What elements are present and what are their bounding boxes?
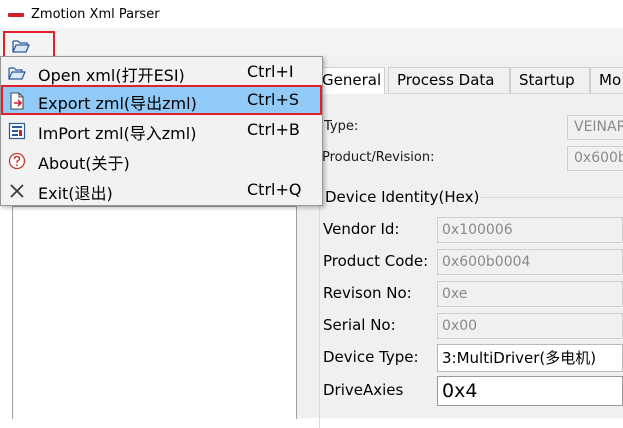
device-type-select[interactable]: 3:MultiDriver(多电机) bbox=[437, 344, 623, 372]
product-code-field: 0x600b0004 bbox=[437, 249, 623, 275]
menu-item-export-zml[interactable]: Export zml(导出zml) Ctrl+S bbox=[1, 85, 322, 115]
drive-axies-label: DriveAxies bbox=[323, 381, 404, 399]
menu-item-label: Open xml(打开ESI) bbox=[38, 66, 185, 85]
menu-item-label: ImPort zml(导入zml) bbox=[38, 124, 197, 143]
open-menu-button[interactable] bbox=[3, 31, 55, 59]
revision-no-field: 0xe bbox=[437, 281, 623, 307]
menu-item-about[interactable]: About(关于) bbox=[1, 145, 322, 175]
menu-item-shortcut: Ctrl+Q bbox=[247, 180, 302, 199]
export-icon bbox=[10, 92, 24, 110]
folder-open-icon bbox=[12, 40, 30, 53]
product-revision-label: Product/Revision: bbox=[322, 150, 435, 165]
close-icon bbox=[10, 184, 24, 198]
menu-item-import-zml[interactable]: ImPort zml(导入zml) Ctrl+B bbox=[1, 115, 322, 145]
help-icon bbox=[8, 152, 26, 170]
serial-no-field: 0x00 bbox=[437, 313, 623, 339]
type-field: VEINAR bbox=[567, 115, 623, 140]
product-code-label: Product Code: bbox=[323, 252, 429, 270]
properties-pane: General Process Data Startup Mo Type: VE… bbox=[313, 56, 623, 428]
type-label: Type: bbox=[324, 119, 359, 134]
tab-startup[interactable]: Startup bbox=[510, 67, 590, 93]
title-bar: Zmotion Xml Parser bbox=[0, 0, 623, 29]
product-revision-field: 0x600b0004 bbox=[567, 146, 623, 171]
serial-no-label: Serial No: bbox=[323, 316, 396, 334]
tab-more[interactable]: Mo bbox=[590, 67, 623, 93]
vendor-id-field: 0x100006 bbox=[437, 217, 623, 243]
device-identity-title: Device Identity(Hex) bbox=[323, 188, 482, 206]
device-tree[interactable] bbox=[12, 206, 297, 419]
device-type-label: Device Type: bbox=[323, 348, 419, 366]
menu-item-label: Export zml(导出zml) bbox=[38, 94, 197, 113]
tab-general[interactable]: General bbox=[313, 67, 385, 94]
tab-process-data[interactable]: Process Data bbox=[388, 67, 510, 93]
menu-item-label: About(关于) bbox=[38, 154, 130, 173]
tab-bar: General Process Data Startup Mo bbox=[313, 67, 623, 94]
menu-item-shortcut: Ctrl+S bbox=[247, 90, 300, 109]
menu-item-open-xml[interactable]: Open xml(打开ESI) Ctrl+I bbox=[1, 57, 322, 87]
file-menu: Open xml(打开ESI) Ctrl+I Export zml(导出zml)… bbox=[0, 56, 323, 206]
revision-no-label: Revison No: bbox=[323, 284, 412, 302]
folder-open-icon bbox=[8, 67, 26, 80]
menu-item-label: Exit(退出) bbox=[38, 184, 113, 203]
vendor-id-label: Vendor Id: bbox=[323, 220, 400, 238]
zmotion-logo-icon bbox=[8, 13, 24, 17]
menu-item-exit[interactable]: Exit(退出) Ctrl+Q bbox=[1, 175, 322, 205]
drive-axies-input[interactable]: 0x4 bbox=[437, 376, 623, 406]
menu-item-shortcut: Ctrl+I bbox=[247, 62, 294, 81]
import-icon bbox=[8, 122, 26, 140]
menu-item-shortcut: Ctrl+B bbox=[247, 120, 300, 139]
window-title: Zmotion Xml Parser bbox=[31, 7, 160, 22]
toolbar bbox=[0, 28, 623, 59]
